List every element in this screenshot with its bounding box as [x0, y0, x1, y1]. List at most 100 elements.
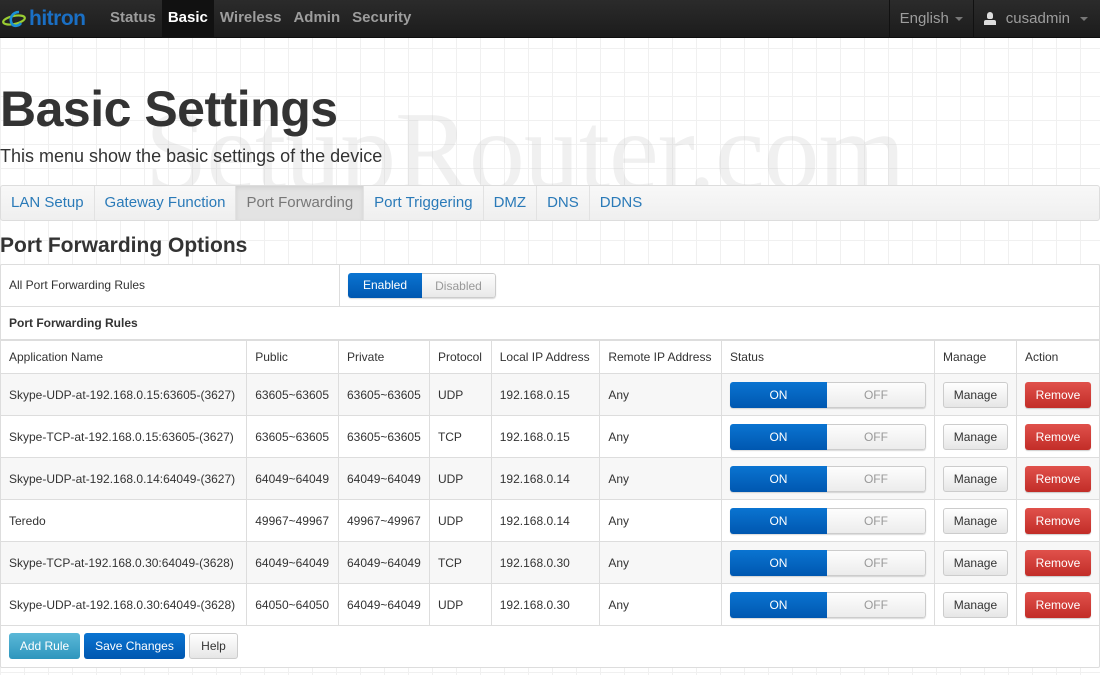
manage-button[interactable]: Manage	[942, 507, 1008, 534]
cell-private: 64049~64049	[338, 583, 430, 626]
off-button[interactable]: OFF	[826, 591, 926, 618]
cell-action: Remove	[1016, 541, 1100, 584]
cell-private: 49967~49967	[338, 499, 430, 542]
user-dropdown[interactable]: cusadmin	[972, 0, 1100, 38]
rule-status-toggle[interactable]: ON OFF	[729, 591, 926, 618]
cell-manage: Manage	[933, 499, 1018, 542]
cell-application-name: Skype-UDP-at-192.168.0.15:63605-(3627)	[0, 373, 248, 416]
cell-protocol: TCP	[428, 415, 492, 458]
off-button[interactable]: OFF	[826, 381, 926, 408]
cell-protocol: UDP	[428, 373, 492, 416]
rule-status-toggle[interactable]: ON OFF	[729, 381, 926, 408]
nav-basic[interactable]: Basic	[161, 0, 214, 38]
table-row: Skype-TCP-at-192.168.0.30:64049-(3628) 64…	[0, 541, 1100, 584]
header-protocol: Protocol	[428, 340, 492, 374]
cell-remote-ip: Any	[599, 415, 722, 458]
remove-button[interactable]: Remove	[1025, 381, 1091, 408]
tab-port-triggering[interactable]: Port Triggering	[364, 186, 484, 220]
off-button[interactable]: OFF	[826, 423, 926, 450]
remove-button[interactable]: Remove	[1025, 591, 1091, 618]
top-navbar: hitron Status Basic Wireless Admin Secur…	[0, 0, 1100, 38]
cell-status: ON OFF	[720, 499, 935, 542]
tab-dns[interactable]: DNS	[537, 186, 590, 220]
on-button[interactable]: ON	[729, 591, 827, 618]
cell-private: 63605~63605	[338, 373, 430, 416]
cell-manage: Manage	[933, 415, 1018, 458]
on-button[interactable]: ON	[729, 465, 827, 492]
help-button[interactable]: Help	[189, 633, 238, 659]
add-rule-button[interactable]: Add Rule	[9, 633, 80, 659]
cell-action: Remove	[1016, 415, 1100, 458]
cell-action: Remove	[1016, 457, 1100, 500]
language-dropdown[interactable]: English	[888, 0, 973, 38]
page-subtitle: This menu show the basic settings of the…	[0, 146, 383, 166]
cell-protocol: UDP	[428, 457, 492, 500]
table-row: Skype-UDP-at-192.168.0.14:64049-(3627) 64…	[0, 457, 1100, 500]
off-button[interactable]: OFF	[826, 549, 926, 576]
rule-status-toggle[interactable]: ON OFF	[729, 507, 926, 534]
manage-button[interactable]: Manage	[942, 549, 1008, 576]
header-application-name: Application Name	[0, 340, 248, 374]
cell-public: 63605~63605	[246, 373, 339, 416]
cell-application-name: Skype-TCP-at-192.168.0.30:64049-(3628)	[0, 541, 248, 584]
nav-security[interactable]: Security	[346, 0, 417, 38]
tab-gateway-function[interactable]: Gateway Function	[95, 186, 237, 220]
remove-button[interactable]: Remove	[1025, 507, 1091, 534]
cell-local-ip: 192.168.0.15	[490, 415, 601, 458]
nav-admin[interactable]: Admin	[287, 0, 346, 38]
language-label: English	[899, 9, 949, 27]
nav-wireless[interactable]: Wireless	[214, 0, 288, 38]
chevron-down-icon	[954, 16, 963, 21]
all-rules-toggle[interactable]: Enabled Disabled	[348, 273, 496, 298]
cell-manage: Manage	[933, 457, 1018, 500]
on-button[interactable]: ON	[729, 423, 827, 450]
tab-port-forwarding[interactable]: Port Forwarding	[236, 186, 365, 220]
cell-manage: Manage	[933, 541, 1018, 584]
cell-action: Remove	[1016, 499, 1100, 542]
table-row: Skype-UDP-at-192.168.0.15:63605-(3627) 63…	[0, 373, 1100, 416]
off-button[interactable]: OFF	[826, 465, 926, 492]
rule-status-toggle[interactable]: ON OFF	[729, 549, 926, 576]
logo-swoosh-icon	[2, 10, 26, 27]
manage-button[interactable]: Manage	[942, 423, 1008, 450]
off-button[interactable]: OFF	[826, 507, 926, 534]
tab-lan-setup[interactable]: LAN Setup	[1, 186, 95, 220]
nav-status[interactable]: Status	[104, 0, 162, 38]
cell-remote-ip: Any	[599, 373, 722, 416]
port-forwarding-panel: All Port Forwarding Rules Enabled Disabl…	[0, 264, 1100, 668]
header-manage: Manage	[933, 340, 1018, 374]
manage-button[interactable]: Manage	[942, 381, 1008, 408]
cell-action: Remove	[1016, 373, 1100, 416]
header-remote-ip: Remote IP Address	[599, 340, 722, 374]
disabled-button[interactable]: Disabled	[422, 273, 496, 298]
rules-title: Port Forwarding Rules	[1, 307, 1099, 340]
settings-tabs: LAN Setup Gateway Function Port Forwardi…	[0, 185, 1100, 221]
cell-private: 64049~64049	[338, 541, 430, 584]
remove-button[interactable]: Remove	[1025, 549, 1091, 576]
rule-status-toggle[interactable]: ON OFF	[729, 465, 926, 492]
cell-local-ip: 192.168.0.30	[490, 583, 601, 626]
remove-button[interactable]: Remove	[1025, 423, 1091, 450]
on-button[interactable]: ON	[729, 381, 827, 408]
tab-ddns[interactable]: DDNS	[590, 186, 653, 220]
enabled-button[interactable]: Enabled	[348, 273, 422, 298]
cell-local-ip: 192.168.0.14	[490, 499, 601, 542]
cell-status: ON OFF	[720, 583, 935, 626]
hitron-logo[interactable]: hitron	[0, 0, 104, 38]
rules-table: Application Name Public Private Protocol…	[0, 340, 1100, 626]
user-icon	[983, 12, 996, 25]
manage-button[interactable]: Manage	[942, 465, 1008, 492]
cell-public: 49967~49967	[246, 499, 339, 542]
cell-public: 64050~64050	[246, 583, 339, 626]
cell-application-name: Skype-TCP-at-192.168.0.15:63605-(3627)	[0, 415, 248, 458]
cell-protocol: TCP	[428, 541, 492, 584]
header-public: Public	[246, 340, 339, 374]
manage-button[interactable]: Manage	[942, 591, 1008, 618]
rule-status-toggle[interactable]: ON OFF	[729, 423, 926, 450]
tab-dmz[interactable]: DMZ	[484, 186, 538, 220]
on-button[interactable]: ON	[729, 549, 827, 576]
remove-button[interactable]: Remove	[1025, 465, 1091, 492]
cell-remote-ip: Any	[599, 499, 722, 542]
save-changes-button[interactable]: Save Changes	[84, 633, 185, 659]
on-button[interactable]: ON	[729, 507, 827, 534]
